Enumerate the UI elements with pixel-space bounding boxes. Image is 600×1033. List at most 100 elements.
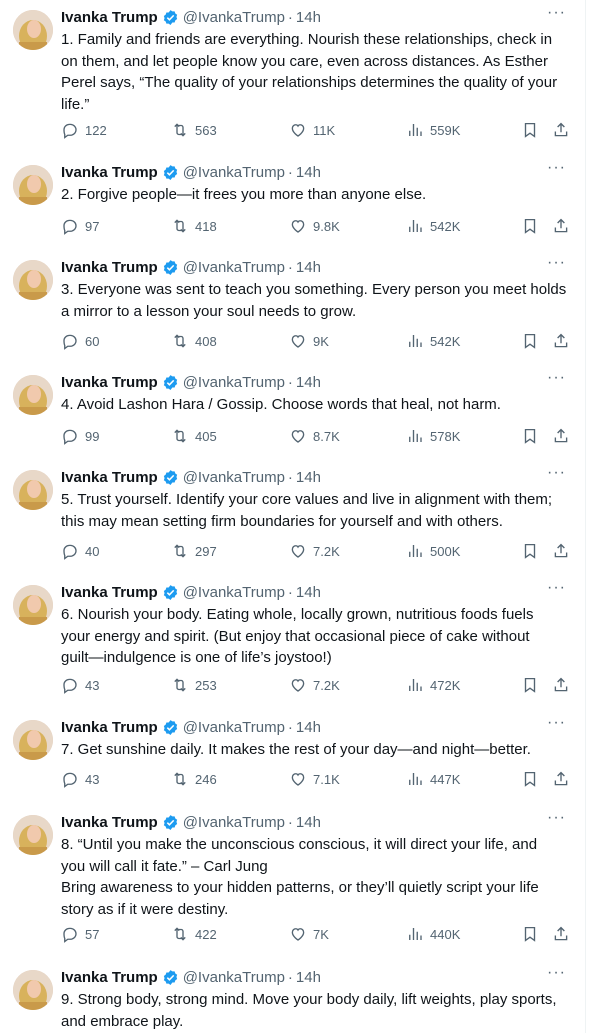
- author-handle[interactable]: @IvankaTrump: [183, 584, 285, 601]
- tweet[interactable]: Ivanka Trump @IvankaTrump · 14h ··· 5. T…: [0, 460, 586, 575]
- avatar[interactable]: [13, 470, 53, 510]
- retweet-button[interactable]: 246: [171, 770, 217, 788]
- share-button[interactable]: [552, 217, 570, 235]
- bookmark-button[interactable]: [521, 217, 539, 235]
- share-button[interactable]: [552, 427, 570, 445]
- views-button[interactable]: 542K: [406, 332, 460, 350]
- author-name[interactable]: Ivanka Trump: [61, 374, 158, 391]
- tweet[interactable]: Ivanka Trump @IvankaTrump · 14h ··· 8. “…: [0, 805, 586, 960]
- more-icon[interactable]: ···: [547, 159, 566, 177]
- retweet-button[interactable]: 405: [171, 427, 217, 445]
- avatar[interactable]: [13, 375, 53, 415]
- timestamp[interactable]: 14h: [296, 719, 321, 736]
- like-button[interactable]: 7.2K: [289, 542, 340, 560]
- bookmark-button[interactable]: [521, 676, 539, 694]
- tweet[interactable]: Ivanka Trump @IvankaTrump · 14h ··· 3. E…: [0, 250, 586, 365]
- bookmark-button[interactable]: [521, 925, 539, 943]
- bookmark-button[interactable]: [521, 770, 539, 788]
- tweet[interactable]: Ivanka Trump @IvankaTrump · 14h ··· 4. A…: [0, 365, 586, 460]
- views-button[interactable]: 472K: [406, 676, 460, 694]
- views-button[interactable]: 559K: [406, 121, 460, 139]
- tweet[interactable]: Ivanka Trump @IvankaTrump · 14h ··· 1. F…: [0, 0, 586, 155]
- share-button[interactable]: [552, 121, 570, 139]
- avatar[interactable]: [13, 165, 53, 205]
- reply-button[interactable]: 97: [61, 217, 99, 235]
- avatar[interactable]: [13, 260, 53, 300]
- like-button[interactable]: 7.2K: [289, 676, 340, 694]
- views-button[interactable]: 447K: [406, 770, 460, 788]
- author-name[interactable]: Ivanka Trump: [61, 719, 158, 736]
- share-button[interactable]: [552, 676, 570, 694]
- timestamp[interactable]: 14h: [296, 469, 321, 486]
- author-handle[interactable]: @IvankaTrump: [183, 719, 285, 736]
- avatar[interactable]: [13, 970, 53, 1010]
- reply-button[interactable]: 122: [61, 121, 107, 139]
- avatar[interactable]: [13, 585, 53, 625]
- more-icon[interactable]: ···: [547, 4, 566, 22]
- more-icon[interactable]: ···: [547, 964, 566, 982]
- author-handle[interactable]: @IvankaTrump: [183, 164, 285, 181]
- bookmark-button[interactable]: [521, 427, 539, 445]
- like-button[interactable]: 8.7K: [289, 427, 340, 445]
- author-handle[interactable]: @IvankaTrump: [183, 374, 285, 391]
- author-name[interactable]: Ivanka Trump: [61, 259, 158, 276]
- author-name[interactable]: Ivanka Trump: [61, 469, 158, 486]
- tweet[interactable]: Ivanka Trump @IvankaTrump · 14h ··· 2. F…: [0, 155, 586, 250]
- author-handle[interactable]: @IvankaTrump: [183, 814, 285, 831]
- tweet[interactable]: Ivanka Trump @IvankaTrump · 14h ··· 9. S…: [0, 960, 586, 1033]
- reply-button[interactable]: 43: [61, 676, 99, 694]
- share-button[interactable]: [552, 332, 570, 350]
- views-button[interactable]: 578K: [406, 427, 460, 445]
- more-icon[interactable]: ···: [547, 254, 566, 272]
- reply-button[interactable]: 57: [61, 925, 99, 943]
- like-button[interactable]: 9.8K: [289, 217, 340, 235]
- views-button[interactable]: 542K: [406, 217, 460, 235]
- views-button[interactable]: 500K: [406, 542, 460, 560]
- share-button[interactable]: [552, 925, 570, 943]
- avatar[interactable]: [13, 720, 53, 760]
- timestamp[interactable]: 14h: [296, 164, 321, 181]
- author-name[interactable]: Ivanka Trump: [61, 814, 158, 831]
- author-name[interactable]: Ivanka Trump: [61, 969, 158, 986]
- tweet[interactable]: Ivanka Trump @IvankaTrump · 14h ··· 6. N…: [0, 575, 586, 710]
- share-button[interactable]: [552, 770, 570, 788]
- retweet-button[interactable]: 297: [171, 542, 217, 560]
- tweet[interactable]: Ivanka Trump @IvankaTrump · 14h ··· 7. G…: [0, 710, 586, 805]
- author-handle[interactable]: @IvankaTrump: [183, 469, 285, 486]
- retweet-button[interactable]: 408: [171, 332, 217, 350]
- bookmark-button[interactable]: [521, 121, 539, 139]
- timestamp[interactable]: 14h: [296, 9, 321, 26]
- share-button[interactable]: [552, 542, 570, 560]
- retweet-button[interactable]: 422: [171, 925, 217, 943]
- avatar[interactable]: [13, 10, 53, 50]
- author-handle[interactable]: @IvankaTrump: [183, 9, 285, 26]
- more-icon[interactable]: ···: [547, 464, 566, 482]
- timestamp[interactable]: 14h: [296, 969, 321, 986]
- author-handle[interactable]: @IvankaTrump: [183, 259, 285, 276]
- reply-button[interactable]: 43: [61, 770, 99, 788]
- reply-button[interactable]: 99: [61, 427, 99, 445]
- timestamp[interactable]: 14h: [296, 259, 321, 276]
- timestamp[interactable]: 14h: [296, 584, 321, 601]
- more-icon[interactable]: ···: [547, 369, 566, 387]
- author-handle[interactable]: @IvankaTrump: [183, 969, 285, 986]
- reply-button[interactable]: 40: [61, 542, 99, 560]
- views-button[interactable]: 440K: [406, 925, 460, 943]
- more-icon[interactable]: ···: [547, 579, 566, 597]
- author-name[interactable]: Ivanka Trump: [61, 9, 158, 26]
- like-button[interactable]: 7.1K: [289, 770, 340, 788]
- bookmark-button[interactable]: [521, 542, 539, 560]
- like-button[interactable]: 11K: [289, 121, 335, 139]
- like-button[interactable]: 9K: [289, 332, 329, 350]
- reply-button[interactable]: 60: [61, 332, 99, 350]
- retweet-button[interactable]: 253: [171, 676, 217, 694]
- more-icon[interactable]: ···: [547, 809, 566, 827]
- timestamp[interactable]: 14h: [296, 374, 321, 391]
- retweet-button[interactable]: 418: [171, 217, 217, 235]
- more-icon[interactable]: ···: [547, 714, 566, 732]
- bookmark-button[interactable]: [521, 332, 539, 350]
- timestamp[interactable]: 14h: [296, 814, 321, 831]
- author-name[interactable]: Ivanka Trump: [61, 164, 158, 181]
- retweet-button[interactable]: 563: [171, 121, 217, 139]
- like-button[interactable]: 7K: [289, 925, 329, 943]
